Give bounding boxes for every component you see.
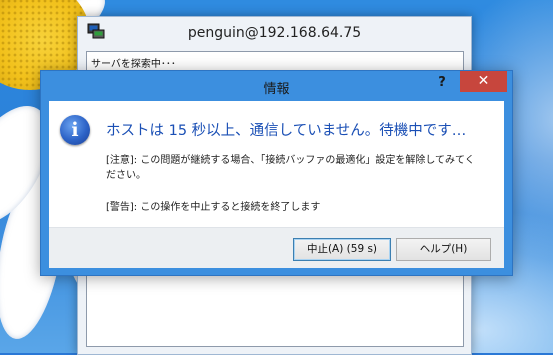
dialog-titlebar[interactable]: 情報 ? ✕ [41, 71, 512, 101]
close-button[interactable]: ✕ [460, 71, 507, 92]
dialog-body: i ホストは 15 秒以上、通信していません。待機中です… [注意]: この問題… [49, 101, 504, 268]
dialog-button-bar: 中止(A) (59 s) ヘルプ(H) [49, 227, 504, 268]
terminal-status-text: サーバを探索中･･･ [91, 59, 176, 70]
warning-text: [警告]: この操作を中止すると接続を終了します [106, 202, 321, 213]
main-instruction: ホストは 15 秒以上、通信していません。待機中です… [106, 123, 467, 139]
abort-button[interactable]: 中止(A) (59 s) [293, 238, 391, 261]
info-dialog: 情報 ? ✕ i ホストは 15 秒以上、通信していません。待機中です… [注意… [40, 70, 513, 276]
close-icon: ✕ [477, 73, 490, 89]
terminal-titlebar[interactable]: penguin@192.168.64.75 [78, 17, 471, 47]
help-question-button[interactable]: ? [433, 73, 451, 93]
note-text: [注意]: この問題が継続する場合、「接続バッファの最適化」設定を解除してみてく… [106, 155, 475, 181]
help-button[interactable]: ヘルプ(H) [396, 238, 491, 261]
terminal-window-title: penguin@192.168.64.75 [187, 25, 362, 41]
info-icon: i [60, 115, 90, 145]
